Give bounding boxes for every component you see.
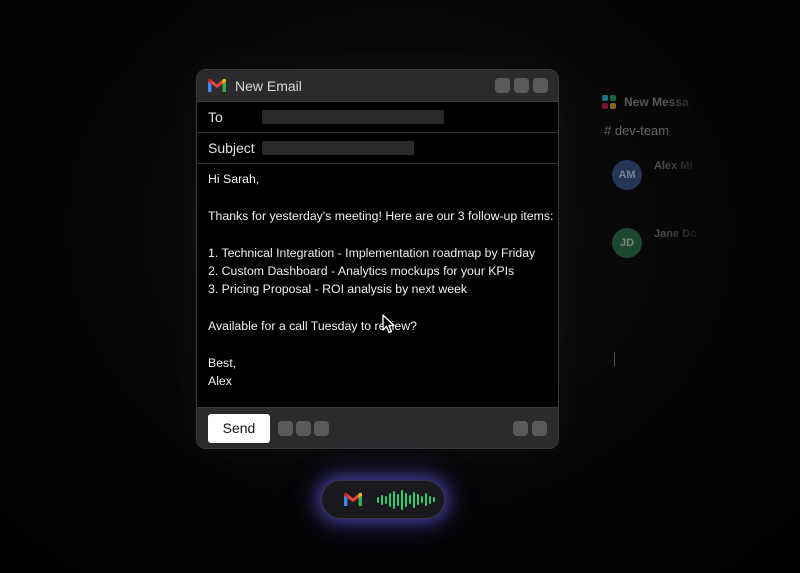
slack-panel: New Messa # dev-team AM Alex Mi JD Jane … — [590, 88, 710, 388]
close-button[interactable] — [533, 78, 548, 93]
body-line: Hi Sarah, — [208, 172, 260, 186]
compose-title: New Email — [235, 77, 302, 94]
format-button[interactable] — [278, 420, 293, 436]
text-caret — [614, 352, 615, 366]
maximize-button[interactable] — [514, 78, 529, 93]
attach-button[interactable] — [296, 420, 311, 436]
compose-window: New Email To Subject Hi Sarah, Thanks fo… — [196, 69, 559, 449]
body-line — [208, 225, 547, 243]
slack-title: New Messa — [624, 95, 689, 109]
body-line: Alex — [208, 374, 232, 389]
message-author: Jane Do — [654, 228, 697, 240]
send-button[interactable]: Send — [208, 413, 270, 443]
slack-icon — [602, 95, 616, 109]
to-input[interactable] — [262, 110, 444, 124]
avatar: JD — [612, 228, 642, 258]
subject-field: Subject — [197, 133, 558, 164]
compose-titlebar[interactable]: New Email — [197, 70, 558, 102]
body-line — [208, 336, 547, 354]
message-author: Alex Mi — [654, 160, 693, 172]
minimize-button[interactable] — [495, 78, 510, 93]
body-line: Available for a call Tuesday to review? — [208, 319, 417, 334]
compose-footer: Send — [197, 407, 558, 448]
avatar: AM — [612, 160, 642, 190]
gmail-icon — [344, 492, 362, 506]
slack-header: New Messa — [602, 95, 689, 109]
body-line: Thanks for yesterday's meeting! Here are… — [208, 208, 554, 223]
to-field: To — [197, 102, 558, 133]
body-line — [208, 299, 547, 317]
gmail-icon — [208, 78, 226, 92]
body-line: Best, — [208, 355, 237, 370]
slack-channel[interactable]: # dev-team — [604, 123, 669, 138]
mouse-pointer-icon — [382, 314, 395, 334]
body-line — [208, 188, 547, 206]
body-line: 2. Custom Dashboard - Analytics mockups … — [208, 263, 515, 278]
subject-input[interactable] — [262, 141, 414, 155]
to-label: To — [208, 109, 223, 125]
more-options-button[interactable] — [513, 420, 528, 436]
voice-assistant-pill[interactable] — [321, 480, 445, 519]
audio-waveform-icon — [377, 488, 435, 512]
body-line: 1. Technical Integration - Implementatio… — [208, 245, 536, 260]
email-body[interactable]: Hi Sarah, Thanks for yesterday's meeting… — [197, 164, 558, 406]
subject-label: Subject — [208, 140, 255, 156]
body-line: 3. Pricing Proposal - ROI analysis by ne… — [208, 282, 468, 297]
discard-button[interactable] — [532, 420, 547, 436]
link-button[interactable] — [314, 420, 329, 436]
